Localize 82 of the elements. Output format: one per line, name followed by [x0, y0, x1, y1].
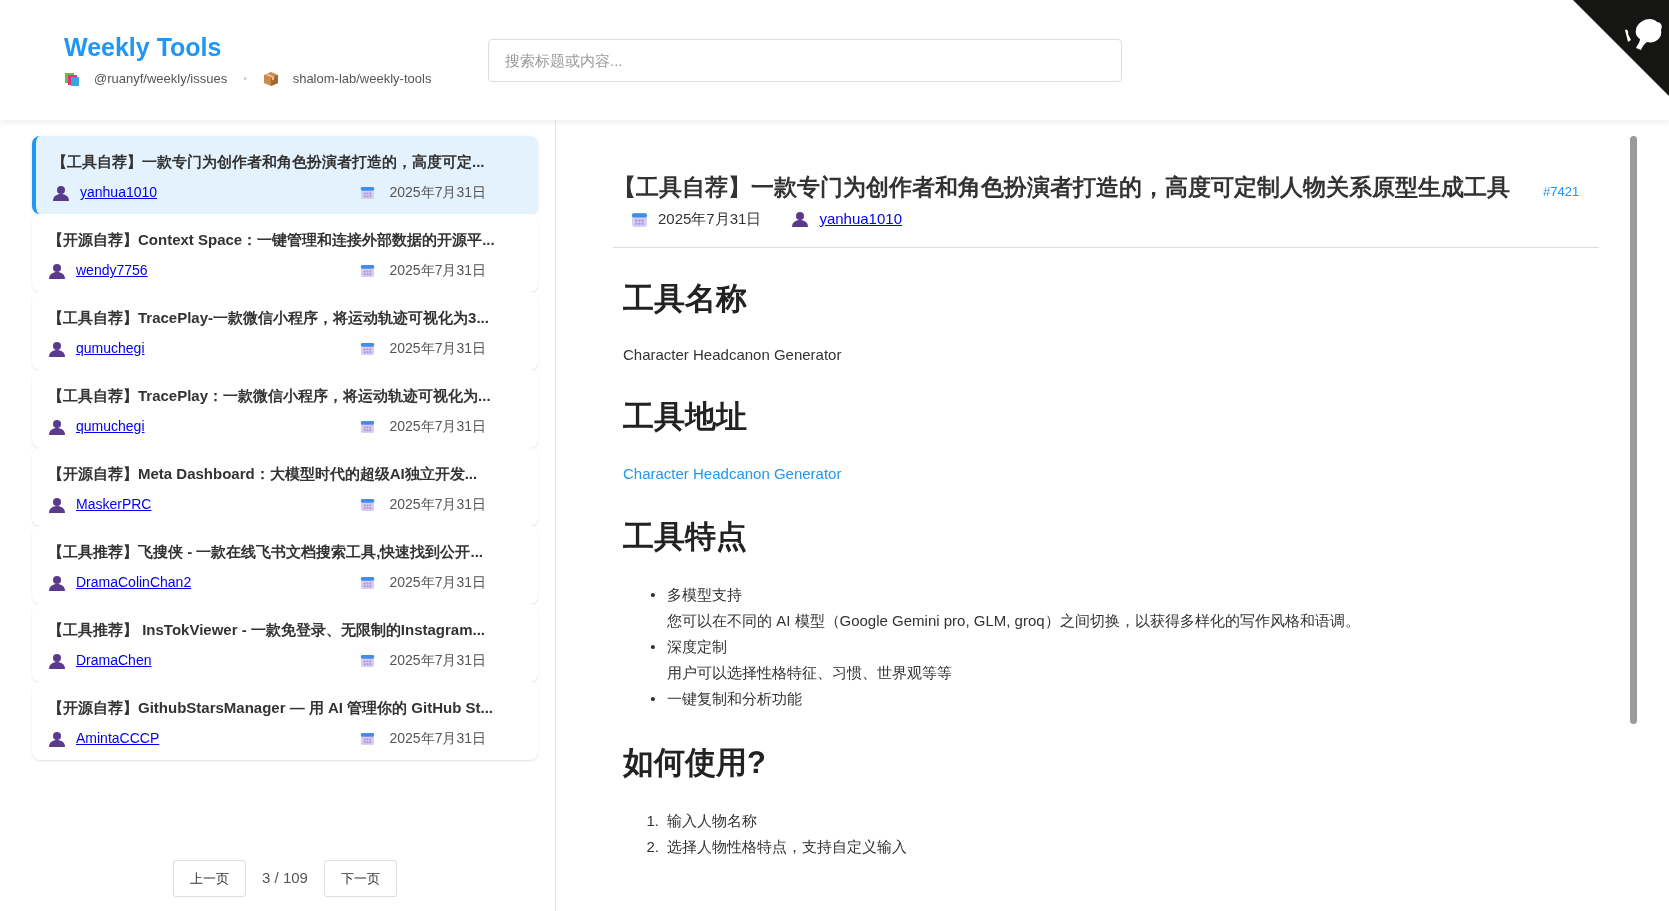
- source-link[interactable]: shalom-lab/weekly-tools: [292, 68, 432, 89]
- issue-date: 2025年7月31日: [658, 209, 762, 229]
- issue-card[interactable]: 【工具自荐】TracePlay-一款微信小程序，将运动轨迹可视化为3... qumuchegi 2025年7月31日: [32, 292, 538, 370]
- issue-title: 【工具推荐】飞搜侠 - 一款在线飞书文档搜索工具,快速找到公开...: [48, 542, 484, 562]
- site-title: Weekly Tools: [64, 31, 223, 63]
- issue-date: 2025年7月31日: [389, 651, 486, 670]
- issue-title: 【工具自荐】一款专门为创作者和角色扮演者打造的，高度可定...: [52, 152, 486, 172]
- author-link[interactable]: wendy7756: [76, 260, 148, 281]
- calendar-icon: [360, 185, 376, 200]
- issue-title: 【工具自荐】一款专门为创作者和角色扮演者打造的，高度可定制人物关系原型生成工具: [613, 173, 1511, 202]
- issue-title: 【工具推荐】 InsTokViewer - 一款免登录、无限制的Instagram...: [48, 620, 486, 640]
- author-link[interactable]: qumuchegi: [76, 338, 145, 359]
- paragraph: Character Headcanon Generator: [623, 344, 843, 365]
- page-indicator: 3 / 109: [262, 868, 308, 889]
- author-link[interactable]: DramaChen: [76, 650, 152, 671]
- list-number: 2.: [645, 837, 660, 857]
- calendar-icon: [360, 575, 376, 590]
- bullet: •: [649, 637, 657, 657]
- calendar-icon: [360, 419, 376, 434]
- author-link[interactable]: yanhua1010: [80, 182, 158, 203]
- issue-card[interactable]: 【开源自荐】GithubStarsManager — 用 AI 管理你的 GitHub St... AmintaCCCP 2025年7月31日: [32, 682, 538, 760]
- search-field[interactable]: 搜索标题或内容...: [488, 38, 1122, 82]
- user-icon: [48, 730, 66, 747]
- author-link[interactable]: MaskerPRC: [76, 494, 152, 515]
- issue-title: 【开源自荐】Meta Dashboard：大模型时代的超级AI独立开发...: [48, 464, 479, 484]
- list-item-detail: 您可以在不同的 AI 模型（Google Gemini pro, GLM, groq）之间切换，以获得多样化的写作风格和语调。: [667, 611, 1360, 631]
- issue-card[interactable]: 【开源自荐】Context Space：一键管理和连接外部数据的开源平... wendy7756 2025年7月31日: [32, 214, 538, 292]
- scrollbar-thumb[interactable]: [1630, 136, 1637, 724]
- user-icon: [48, 262, 66, 279]
- calendar-icon: [360, 731, 376, 746]
- next-page-button[interactable]: 下一页: [323, 860, 397, 897]
- separator-dot: •: [243, 72, 247, 87]
- issue-title: 【开源自荐】GithubStarsManager — 用 AI 管理你的 GitHub St...: [48, 698, 495, 718]
- list-item: 输入人物名称: [667, 811, 757, 831]
- calendar-icon: [631, 210, 648, 228]
- user-icon: [48, 496, 66, 513]
- issue-card[interactable]: 【工具推荐】飞搜侠 - 一款在线飞书文档搜索工具,快速找到公开... DramaColinChan2 2025年7月31日: [32, 526, 538, 604]
- section-heading: 如何使用?: [623, 744, 767, 782]
- issue-date: 2025年7月31日: [389, 261, 486, 280]
- user-icon: [48, 418, 66, 435]
- bullet: •: [649, 585, 657, 605]
- issue-card[interactable]: 【工具推荐】 InsTokViewer - 一款免登录、无限制的Instagram... DramaChen 2025年7月31日: [32, 604, 538, 682]
- section-heading: 工具特点: [623, 518, 748, 556]
- previous-page-button[interactable]: 上一页: [173, 860, 247, 897]
- github-corner-icon[interactable]: [1573, 0, 1669, 96]
- calendar-icon: [360, 263, 376, 278]
- user-icon: [48, 652, 66, 669]
- author-link[interactable]: qumuchegi: [76, 416, 145, 437]
- author-link[interactable]: AmintaCCCP: [76, 728, 160, 749]
- issue-date: 2025年7月31日: [389, 573, 486, 592]
- user-icon: [48, 340, 66, 357]
- issue-date: 2025年7月31日: [389, 495, 486, 514]
- issue-title: 【工具自荐】TracePlay：一款微信小程序，将运动轨迹可视化为...: [48, 386, 492, 406]
- list-item-detail: 用户可以选择性格特征、习惯、世界观等等: [667, 663, 952, 683]
- list-item: 选择人物性格特点，支持自定义输入: [667, 837, 907, 857]
- calendar-icon: [360, 653, 376, 668]
- calendar-icon: [360, 341, 376, 356]
- user-icon: [48, 574, 66, 591]
- section-heading: 工具名称: [623, 279, 748, 318]
- issue-title: 【开源自荐】Context Space：一键管理和连接外部数据的开源平...: [48, 230, 496, 250]
- author-link[interactable]: yanhua1010: [819, 208, 902, 231]
- issue-card[interactable]: 【工具自荐】TracePlay：一款微信小程序，将运动轨迹可视化为... qumuchegi 2025年7月31日: [32, 370, 538, 448]
- section-heading: 工具地址: [623, 398, 748, 436]
- list-item: 一键复制和分析功能: [667, 689, 802, 709]
- issue-date: 2025年7月31日: [389, 339, 486, 358]
- issue-card[interactable]: 【开源自荐】Meta Dashboard：大模型时代的超级AI独立开发... MaskerPRC 2025年7月31日: [32, 448, 538, 526]
- issue-date: 2025年7月31日: [389, 183, 486, 202]
- issue-card[interactable]: 【工具自荐】一款专门为创作者和角色扮演者打造的，高度可定... yanhua1010 2025年7月31日: [32, 136, 538, 214]
- author-link[interactable]: DramaColinChan2: [76, 572, 192, 593]
- list-number: 1.: [645, 811, 660, 831]
- list-item: 多模型支持: [667, 585, 743, 605]
- bullet: •: [649, 689, 657, 709]
- user-icon: [52, 184, 70, 201]
- list-item: 深度定制: [667, 637, 728, 657]
- user-icon: [791, 211, 810, 228]
- issue-date: 2025年7月31日: [389, 417, 486, 436]
- package-icon: [262, 70, 279, 87]
- books-icon: [64, 70, 80, 87]
- issue-date: 2025年7月31日: [389, 729, 486, 748]
- issue-title: 【工具自荐】TracePlay-一款微信小程序，将运动轨迹可视化为3...: [48, 308, 490, 328]
- source-link[interactable]: @ruanyf/weekly/issues: [94, 68, 228, 89]
- calendar-icon: [360, 497, 376, 512]
